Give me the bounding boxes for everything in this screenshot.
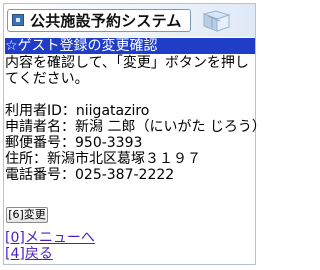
menu-link[interactable]: [0]メニューへ: [5, 230, 95, 246]
confirmation-content: 内容を確認して、「変更」ボタンを押してください。 利用者ID：niigatazi…: [5, 55, 266, 183]
change-button[interactable]: [6]変更: [6, 207, 48, 223]
phone-number-field: 電話番号：025-387-2222: [5, 167, 175, 183]
system-logo-icon: [12, 14, 24, 26]
app-title-box: 公共施設予約システム: [7, 9, 191, 32]
app-title: 公共施設予約システム: [30, 12, 182, 30]
address-field: 住所：新潟市北区葛塚３１９７: [5, 151, 201, 167]
applicant-name-field: 申請者名：新潟 二郎（にいがた じろう）: [5, 119, 266, 135]
navigation-links: [0]メニューへ [4]戻る: [5, 222, 95, 262]
section-title-bar: ☆ゲスト登録の変更確認: [5, 38, 255, 54]
instruction-text: 内容を確認して、「変更」ボタンを押してください。: [5, 55, 249, 87]
app-header: 公共施設予約システム: [4, 4, 255, 37]
back-link[interactable]: [4]戻る: [5, 246, 95, 262]
cube-decoration-icon: [202, 10, 231, 32]
postal-code-field: 郵便番号：950-3393: [5, 135, 143, 151]
section-title: ☆ゲスト登録の変更確認: [5, 38, 158, 54]
user-id-field: 利用者ID：niigataziro: [5, 103, 150, 119]
